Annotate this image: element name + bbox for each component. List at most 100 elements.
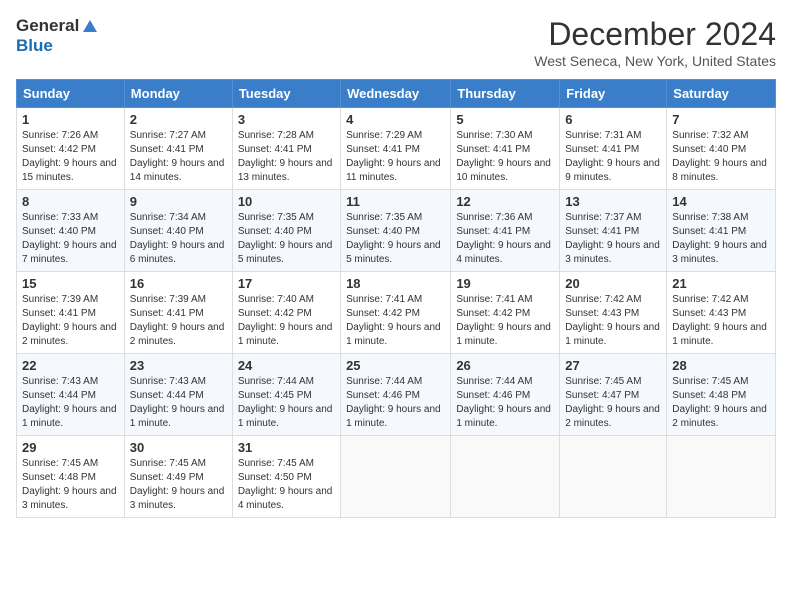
day-number: 6: [565, 112, 661, 127]
day-info: Sunrise: 7:44 AMSunset: 4:46 PMDaylight:…: [346, 376, 441, 429]
day-info: Sunrise: 7:34 AMSunset: 4:40 PMDaylight:…: [130, 212, 225, 265]
calendar-week-row: 15 Sunrise: 7:39 AMSunset: 4:41 PMDaylig…: [17, 272, 776, 354]
day-info: Sunrise: 7:39 AMSunset: 4:41 PMDaylight:…: [22, 294, 117, 347]
day-info: Sunrise: 7:32 AMSunset: 4:40 PMDaylight:…: [672, 130, 767, 183]
table-row: 10 Sunrise: 7:35 AMSunset: 4:40 PMDaylig…: [232, 190, 340, 272]
day-number: 1: [22, 112, 119, 127]
calendar-header-row: Sunday Monday Tuesday Wednesday Thursday…: [17, 80, 776, 108]
day-info: Sunrise: 7:28 AMSunset: 4:41 PMDaylight:…: [238, 130, 333, 183]
table-row: 6 Sunrise: 7:31 AMSunset: 4:41 PMDayligh…: [560, 108, 667, 190]
day-number: 11: [346, 194, 445, 209]
day-number: 25: [346, 358, 445, 373]
table-row: [451, 436, 560, 518]
table-row: [341, 436, 451, 518]
col-saturday: Saturday: [667, 80, 776, 108]
table-row: 22 Sunrise: 7:43 AMSunset: 4:44 PMDaylig…: [17, 354, 125, 436]
day-number: 30: [130, 440, 227, 455]
day-number: 20: [565, 276, 661, 291]
day-number: 15: [22, 276, 119, 291]
day-info: Sunrise: 7:38 AMSunset: 4:41 PMDaylight:…: [672, 212, 767, 265]
day-number: 12: [456, 194, 554, 209]
table-row: 26 Sunrise: 7:44 AMSunset: 4:46 PMDaylig…: [451, 354, 560, 436]
day-number: 4: [346, 112, 445, 127]
day-number: 26: [456, 358, 554, 373]
calendar-week-row: 22 Sunrise: 7:43 AMSunset: 4:44 PMDaylig…: [17, 354, 776, 436]
day-info: Sunrise: 7:33 AMSunset: 4:40 PMDaylight:…: [22, 212, 117, 265]
day-number: 14: [672, 194, 770, 209]
day-info: Sunrise: 7:43 AMSunset: 4:44 PMDaylight:…: [130, 376, 225, 429]
day-info: Sunrise: 7:44 AMSunset: 4:46 PMDaylight:…: [456, 376, 551, 429]
day-number: 24: [238, 358, 335, 373]
table-row: 15 Sunrise: 7:39 AMSunset: 4:41 PMDaylig…: [17, 272, 125, 354]
table-row: 27 Sunrise: 7:45 AMSunset: 4:47 PMDaylig…: [560, 354, 667, 436]
table-row: 11 Sunrise: 7:35 AMSunset: 4:40 PMDaylig…: [341, 190, 451, 272]
table-row: 19 Sunrise: 7:41 AMSunset: 4:42 PMDaylig…: [451, 272, 560, 354]
day-number: 31: [238, 440, 335, 455]
table-row: 13 Sunrise: 7:37 AMSunset: 4:41 PMDaylig…: [560, 190, 667, 272]
title-block: December 2024 West Seneca, New York, Uni…: [534, 16, 776, 69]
day-info: Sunrise: 7:41 AMSunset: 4:42 PMDaylight:…: [456, 294, 551, 347]
day-number: 7: [672, 112, 770, 127]
table-row: 12 Sunrise: 7:36 AMSunset: 4:41 PMDaylig…: [451, 190, 560, 272]
day-info: Sunrise: 7:45 AMSunset: 4:48 PMDaylight:…: [672, 376, 767, 429]
table-row: 28 Sunrise: 7:45 AMSunset: 4:48 PMDaylig…: [667, 354, 776, 436]
table-row: 9 Sunrise: 7:34 AMSunset: 4:40 PMDayligh…: [124, 190, 232, 272]
col-sunday: Sunday: [17, 80, 125, 108]
calendar-table: Sunday Monday Tuesday Wednesday Thursday…: [16, 79, 776, 518]
table-row: 20 Sunrise: 7:42 AMSunset: 4:43 PMDaylig…: [560, 272, 667, 354]
day-info: Sunrise: 7:43 AMSunset: 4:44 PMDaylight:…: [22, 376, 117, 429]
day-info: Sunrise: 7:45 AMSunset: 4:47 PMDaylight:…: [565, 376, 660, 429]
day-info: Sunrise: 7:40 AMSunset: 4:42 PMDaylight:…: [238, 294, 333, 347]
day-info: Sunrise: 7:42 AMSunset: 4:43 PMDaylight:…: [672, 294, 767, 347]
day-info: Sunrise: 7:26 AMSunset: 4:42 PMDaylight:…: [22, 130, 117, 183]
day-info: Sunrise: 7:41 AMSunset: 4:42 PMDaylight:…: [346, 294, 441, 347]
day-info: Sunrise: 7:31 AMSunset: 4:41 PMDaylight:…: [565, 130, 660, 183]
table-row: 23 Sunrise: 7:43 AMSunset: 4:44 PMDaylig…: [124, 354, 232, 436]
day-info: Sunrise: 7:29 AMSunset: 4:41 PMDaylight:…: [346, 130, 441, 183]
day-info: Sunrise: 7:35 AMSunset: 4:40 PMDaylight:…: [346, 212, 441, 265]
day-number: 22: [22, 358, 119, 373]
day-number: 27: [565, 358, 661, 373]
table-row: 16 Sunrise: 7:39 AMSunset: 4:41 PMDaylig…: [124, 272, 232, 354]
col-tuesday: Tuesday: [232, 80, 340, 108]
logo-blue: Blue: [16, 36, 53, 55]
logo-general: General: [16, 16, 79, 35]
day-number: 21: [672, 276, 770, 291]
day-info: Sunrise: 7:44 AMSunset: 4:45 PMDaylight:…: [238, 376, 333, 429]
day-info: Sunrise: 7:45 AMSunset: 4:48 PMDaylight:…: [22, 458, 117, 511]
day-number: 29: [22, 440, 119, 455]
day-number: 10: [238, 194, 335, 209]
day-info: Sunrise: 7:36 AMSunset: 4:41 PMDaylight:…: [456, 212, 551, 265]
day-info: Sunrise: 7:39 AMSunset: 4:41 PMDaylight:…: [130, 294, 225, 347]
day-info: Sunrise: 7:42 AMSunset: 4:43 PMDaylight:…: [565, 294, 660, 347]
day-number: 3: [238, 112, 335, 127]
day-number: 16: [130, 276, 227, 291]
calendar-week-row: 29 Sunrise: 7:45 AMSunset: 4:48 PMDaylig…: [17, 436, 776, 518]
logo-icon: [81, 18, 99, 36]
day-number: 13: [565, 194, 661, 209]
table-row: 5 Sunrise: 7:30 AMSunset: 4:41 PMDayligh…: [451, 108, 560, 190]
col-friday: Friday: [560, 80, 667, 108]
table-row: 4 Sunrise: 7:29 AMSunset: 4:41 PMDayligh…: [341, 108, 451, 190]
col-wednesday: Wednesday: [341, 80, 451, 108]
page-header: General Blue December 2024 West Seneca, …: [16, 16, 776, 69]
day-info: Sunrise: 7:30 AMSunset: 4:41 PMDaylight:…: [456, 130, 551, 183]
day-info: Sunrise: 7:45 AMSunset: 4:50 PMDaylight:…: [238, 458, 333, 511]
table-row: 18 Sunrise: 7:41 AMSunset: 4:42 PMDaylig…: [341, 272, 451, 354]
table-row: 29 Sunrise: 7:45 AMSunset: 4:48 PMDaylig…: [17, 436, 125, 518]
day-info: Sunrise: 7:27 AMSunset: 4:41 PMDaylight:…: [130, 130, 225, 183]
table-row: 31 Sunrise: 7:45 AMSunset: 4:50 PMDaylig…: [232, 436, 340, 518]
day-number: 5: [456, 112, 554, 127]
day-number: 19: [456, 276, 554, 291]
logo-text: General Blue: [16, 16, 101, 56]
day-number: 2: [130, 112, 227, 127]
table-row: 8 Sunrise: 7:33 AMSunset: 4:40 PMDayligh…: [17, 190, 125, 272]
location-title: West Seneca, New York, United States: [534, 53, 776, 69]
table-row: 1 Sunrise: 7:26 AMSunset: 4:42 PMDayligh…: [17, 108, 125, 190]
day-info: Sunrise: 7:35 AMSunset: 4:40 PMDaylight:…: [238, 212, 333, 265]
table-row: 21 Sunrise: 7:42 AMSunset: 4:43 PMDaylig…: [667, 272, 776, 354]
table-row: 30 Sunrise: 7:45 AMSunset: 4:49 PMDaylig…: [124, 436, 232, 518]
day-number: 23: [130, 358, 227, 373]
col-monday: Monday: [124, 80, 232, 108]
month-title: December 2024: [534, 16, 776, 53]
